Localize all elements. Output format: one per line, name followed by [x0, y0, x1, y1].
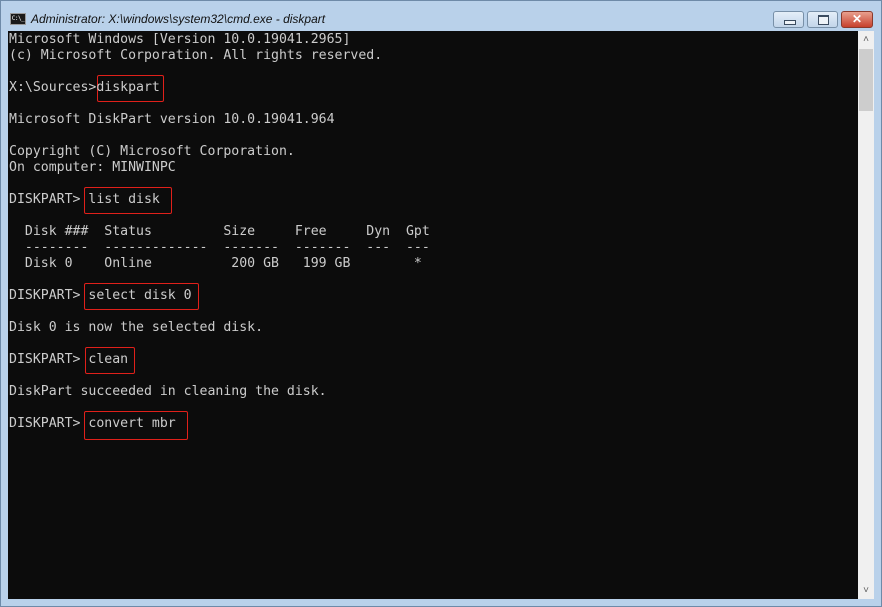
console-line: DISKPART> select disk 0 — [9, 288, 192, 303]
console-line: -------- ------------- ------- ------- -… — [9, 240, 430, 255]
vertical-scrollbar[interactable]: ˄ ˅ — [858, 31, 874, 599]
console-line: DISKPART> clean — [9, 352, 129, 367]
title-bar[interactable]: C:\_ Administrator: X:\windows\system32\… — [1, 1, 881, 31]
console-line: DiskPart succeeded in cleaning the disk. — [9, 384, 327, 399]
console-line: DISKPART> convert mbr — [9, 416, 176, 431]
scroll-up-icon[interactable]: ˄ — [858, 31, 874, 48]
scrollbar-thumb[interactable] — [859, 49, 873, 111]
console-line: (c) Microsoft Corporation. All rights re… — [9, 48, 383, 63]
scroll-down-icon[interactable]: ˅ — [858, 582, 874, 599]
console-line: Microsoft DiskPart version 10.0.19041.96… — [9, 112, 335, 127]
console-line: On computer: MINWINPC — [9, 160, 176, 175]
console-line: Disk 0 is now the selected disk. — [9, 320, 264, 335]
cmd-window: C:\_ Administrator: X:\windows\system32\… — [0, 0, 882, 607]
window-title: Administrator: X:\windows\system32\cmd.e… — [31, 12, 326, 26]
console-output[interactable]: Microsoft Windows [Version 10.0.19041.29… — [8, 31, 858, 599]
minimize-icon — [784, 20, 796, 25]
close-button[interactable]: ✕ — [841, 11, 873, 28]
close-icon: ✕ — [851, 12, 863, 26]
console-line: DISKPART> list disk — [9, 192, 160, 207]
cmd-icon: C:\_ — [10, 13, 26, 25]
console-line: X:\Sources>diskpart — [9, 80, 160, 95]
console-line: Disk ### Status Size Free Dyn Gpt — [9, 224, 430, 239]
maximize-icon — [818, 15, 829, 25]
maximize-button[interactable] — [807, 11, 838, 28]
console-line: Microsoft Windows [Version 10.0.19041.29… — [9, 32, 351, 47]
console-line: Disk 0 Online 200 GB 199 GB * — [9, 256, 422, 271]
console-line: Copyright (C) Microsoft Corporation. — [9, 144, 295, 159]
minimize-button[interactable] — [773, 11, 804, 28]
